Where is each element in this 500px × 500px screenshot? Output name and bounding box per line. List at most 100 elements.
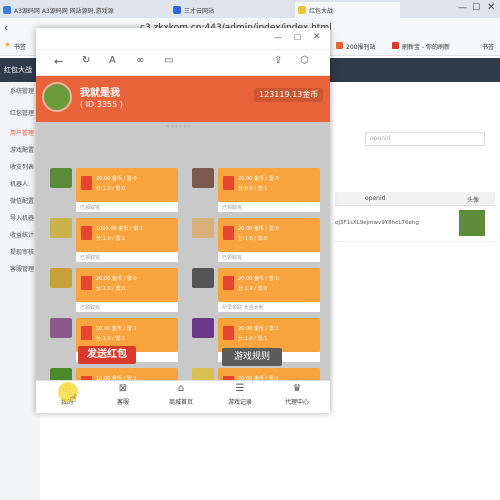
packet-amount: 20.00 金币 / 雷:0 [238, 226, 279, 232]
nav-item-service[interactable]: ⊠ 客服 [98, 383, 148, 406]
sender-avatar [50, 168, 72, 188]
browser-tab[interactable]: A3源码网 A3源码网 网站源码,游戏源 [0, 2, 130, 18]
sidebar-item[interactable]: 游戏配置 [10, 145, 34, 154]
service-icon: ⊠ [118, 383, 128, 394]
refresh-icon[interactable]: ↻ [82, 55, 90, 66]
sender-avatar [192, 218, 214, 238]
sidebar-item[interactable]: 收益统计 [10, 230, 34, 239]
sidebar-item[interactable]: 提现审核 [10, 247, 34, 256]
packet-detail: 分:1.0 / 雷:1 [96, 336, 126, 342]
red-packet-bubble[interactable]: 1000.00 金币 / 雷:1 分:1.0 / 雷:1 [76, 218, 178, 252]
back-icon[interactable]: ‹ [4, 21, 8, 34]
packet-status: 已领取完 [76, 252, 178, 262]
sidebar-item[interactable]: 客服管理 [10, 264, 34, 273]
packet-detail: 分:1.0 / 雷:0 [238, 236, 268, 242]
search-input[interactable]: openid [365, 132, 485, 146]
sidebar-item[interactable]: 微信配置 [10, 196, 34, 205]
crown-icon: ♛ [292, 383, 302, 394]
sidebar-item[interactable]: 机器人 [10, 179, 28, 188]
packet-status: 尽早领取 大吉大利 [218, 302, 320, 312]
red-packet-card[interactable]: 20.00 金币 / 雷:0 分:1.0 / 雷:0 已领取完 [40, 268, 180, 318]
share-icon[interactable]: ⇪ [274, 55, 282, 66]
red-packet-card[interactable]: 20.00 金币 / 雷:0 分:1.0 / 雷:0 已领取完 [40, 168, 180, 218]
sidebar-item[interactable]: 收支列表 [10, 162, 34, 171]
red-packet-card[interactable]: 20.00 金币 / 雷:0 分:1.0 / 雷:0 已领取完 [182, 218, 322, 268]
packet-amount: 10.00 金币 / 雷:1 [96, 326, 137, 332]
nav-label: 代理中心 [284, 399, 309, 406]
red-envelope-icon [223, 326, 234, 340]
popup-title-bar: — ☐ ✕ [36, 28, 330, 50]
hand-cursor-icon: ☝ [70, 392, 77, 405]
packet-amount: 20.00 金币 / 雷:0 [238, 276, 279, 282]
mobile-preview-window: — ☐ ✕ ← ↻ A ∞ ▭ ⇪ ⬡ 我就是我 ( ID:3355 ) 123… [36, 28, 330, 413]
avatar [459, 210, 485, 236]
red-packet-bubble[interactable]: 20.00 金币 / 雷:0 分:1.0 / 雷:0 [218, 218, 320, 252]
red-packet-bubble[interactable]: 20.00 金币 / 雷:1分:1.0 / 雷:1 [218, 318, 320, 352]
nav-label: 客服 [116, 399, 129, 406]
minimize-icon[interactable]: — [274, 33, 282, 42]
close-icon[interactable]: ✕ [313, 32, 321, 42]
bookmark-item[interactable]: 200报刊站 [346, 42, 375, 51]
red-packet-card[interactable]: 1000.00 金币 / 雷:1 分:1.0 / 雷:1 已领取完 [40, 218, 180, 268]
sender-avatar [50, 368, 72, 380]
red-envelope-icon [223, 276, 234, 290]
maximize-icon[interactable]: ☐ [472, 3, 480, 13]
packet-detail: 分:0.0 / 雷:1 [238, 186, 268, 192]
bookmark-favicon-icon [336, 42, 343, 49]
sidebar-item[interactable]: 导入机器 [10, 213, 34, 222]
browser-tab-bar: A3源码网 A3源码网 网站源码,游戏源 三才云网站 红包大战 — ☐ ✕ [0, 0, 500, 18]
maximize-icon[interactable]: ☐ [294, 33, 301, 42]
packet-status: 已领取完 [76, 202, 178, 212]
bookmark-item[interactable]: 书签 [14, 42, 26, 51]
red-packet-card[interactable]: 20.00 金币 / 雷:3 分:0.0 / 雷:1 已领取完 [182, 168, 322, 218]
red-packet-list[interactable]: <<<>>> 20.00 金币 / 雷:0 分:1.0 / 雷:0 已领取完 20.0… [36, 122, 330, 380]
nav-item-agent[interactable]: ♛ 代理中心 [272, 383, 322, 406]
link-icon[interactable]: ∞ [136, 55, 144, 66]
nav-item-records[interactable]: ☰ 游戏记录 [215, 383, 265, 406]
font-size-icon[interactable]: A [109, 55, 116, 66]
minimize-icon[interactable]: — [458, 3, 467, 13]
bookmark-item[interactable]: 刷新宝 - 你的刷新 [402, 42, 450, 51]
red-packet-bubble[interactable]: 20.00 金币 / 雷:3 分:0.0 / 雷:1 [218, 168, 320, 202]
user-header: 我就是我 ( ID:3355 ) 123119.13金币 [36, 76, 330, 122]
browser-tab[interactable]: 三才云网站 [170, 2, 260, 18]
table-row[interactable]: oj3F1sXL9ejmwv9Y8hoL76ehg [335, 206, 495, 242]
red-packet-card[interactable]: 10.00 金币 / 雷:1分:1.0 / 雷:1 [40, 368, 180, 380]
red-packet-card[interactable]: 20.00 金币 / 雷:1分:1.0 / 雷:1 [182, 368, 322, 380]
nav-label: 游戏记录 [227, 399, 252, 406]
red-packet-bubble[interactable]: 10.00 金币 / 雷:1分:1.0 / 雷:1 [76, 368, 178, 380]
close-icon[interactable]: ✕ [487, 2, 495, 13]
red-envelope-icon [81, 176, 92, 190]
popup-toolbar: ← ↻ A ∞ ▭ ⇪ ⬡ [36, 50, 330, 76]
table-header: openid 头像 [335, 192, 495, 206]
red-packet-bubble[interactable]: 20.00 金币 / 雷:0 分:1.0 / 雷:0 [76, 268, 178, 302]
red-packet-card[interactable]: 20.00 金币 / 雷:0 分:1.0 / 雷:0 尽早领取 大吉大利 [182, 268, 322, 318]
tab-label: 红包大战 [309, 8, 334, 15]
bookmark-item[interactable]: 书签 [482, 42, 494, 51]
sender-avatar [50, 318, 72, 338]
back-arrow-icon[interactable]: ← [54, 55, 63, 68]
sidebar-item[interactable]: 系统管理 [10, 86, 34, 95]
packet-amount: 20.00 金币 / 雷:0 [96, 276, 137, 282]
red-packet-bubble[interactable]: 20.00 金币 / 雷:0 分:1.0 / 雷:0 [218, 268, 320, 302]
browser-tab-active[interactable]: 红包大战 [295, 2, 400, 18]
send-red-packet-button[interactable]: 发送红包 [78, 346, 136, 364]
window-icon[interactable]: ▭ [164, 55, 173, 66]
red-packet-bubble[interactable]: 20.00 金币 / 雷:0 分:1.0 / 雷:0 [76, 168, 178, 202]
column-header: openid [365, 195, 386, 202]
packet-amount: 20.00 金币 / 雷:1 [238, 326, 279, 332]
game-rules-button[interactable]: 游戏规则 [222, 348, 282, 366]
star-icon: ★ [4, 40, 12, 49]
sidebar-item-active[interactable]: 用户管理 [10, 128, 34, 137]
nav-item-shop[interactable]: ⌂ 商城首页 [156, 383, 206, 406]
cube-icon[interactable]: ⬡ [300, 55, 309, 66]
sender-avatar [50, 218, 72, 238]
openid-cell: oj3F1sXL9ejmwv9Y8hoL76ehg [335, 220, 419, 226]
red-packet-bubble[interactable]: 20.00 金币 / 雷:1分:1.0 / 雷:1 [218, 368, 320, 380]
packet-amount: 1000.00 金币 / 雷:1 [96, 226, 143, 232]
sidebar-item[interactable]: 红包管理 [10, 108, 34, 117]
sender-avatar [192, 318, 214, 338]
sender-avatar [192, 268, 214, 288]
avatar[interactable] [42, 82, 72, 112]
packet-status: 已领取完 [218, 252, 320, 262]
